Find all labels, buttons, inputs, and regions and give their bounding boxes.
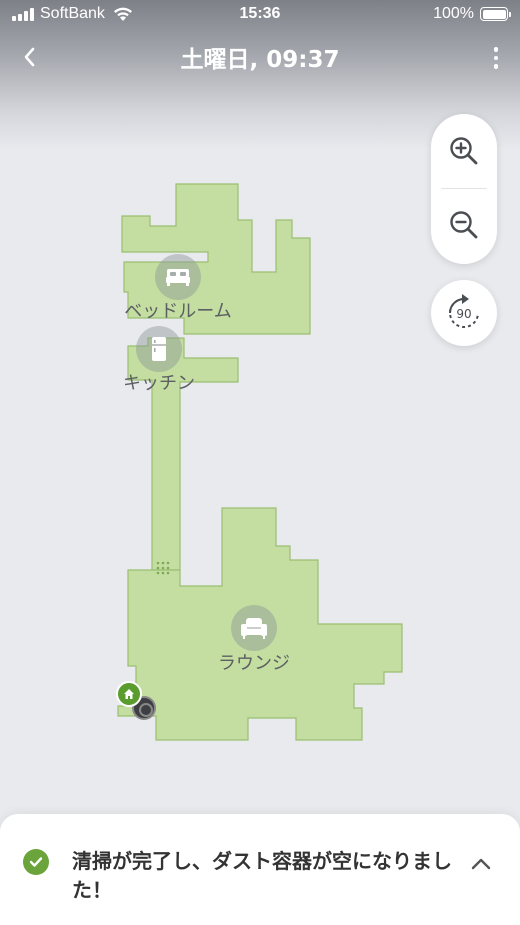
notification-sheet[interactable]: 清掃が完了し、ダスト容器が空になりました！	[0, 814, 520, 925]
room-label-lounge[interactable]: ラウンジ	[218, 649, 290, 675]
zoom-out-button[interactable]	[431, 192, 497, 258]
room-label-kitchen[interactable]: キッチン	[123, 369, 195, 395]
rotate-icon: 90	[449, 294, 479, 328]
armchair-icon[interactable]	[231, 605, 277, 651]
grid-dots-icon	[156, 561, 170, 575]
completion-message: 清掃が完了し、ダスト容器が空になりました！	[72, 849, 452, 902]
bed-icon[interactable]	[155, 254, 201, 300]
page-title: 土曜日, 09:37	[180, 47, 340, 73]
zoom-divider	[441, 188, 487, 189]
fridge-icon[interactable]	[136, 326, 182, 372]
more-vertical-icon[interactable]	[484, 42, 508, 74]
expand-button[interactable]	[466, 852, 496, 876]
zoom-in-button[interactable]	[431, 118, 497, 184]
rotate-button[interactable]: 90	[431, 280, 497, 346]
battery-icon	[480, 7, 511, 21]
zoom-out-icon	[450, 211, 478, 239]
check-circle-icon	[23, 849, 49, 875]
status-bar: SoftBank 15:36 100%	[0, 0, 520, 30]
zoom-controls	[431, 114, 497, 264]
rotate-label: 90	[456, 307, 471, 321]
chevron-up-icon	[471, 858, 491, 870]
zoom-in-icon	[450, 137, 478, 165]
battery-percent: 100%	[433, 5, 474, 22]
room-label-bedroom[interactable]: ベッドルーム	[124, 297, 231, 323]
home-icon	[116, 681, 142, 707]
